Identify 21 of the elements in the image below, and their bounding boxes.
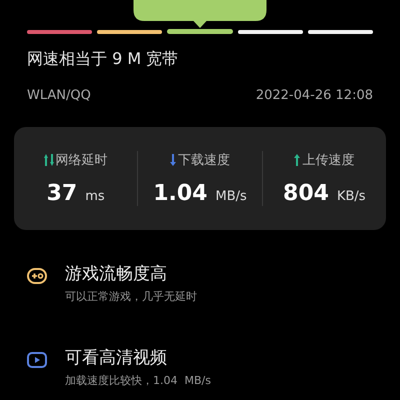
stat-label: 上传速度 <box>302 152 354 169</box>
feature-description: 加载速度比较快，1.04 MB/s <box>65 373 211 388</box>
stat-value: 804 <box>283 181 329 206</box>
down-arrow-icon <box>170 154 176 166</box>
stat-unit: MB/s <box>215 189 247 204</box>
stat-label: 网络延时 <box>56 152 108 169</box>
network-name: WLAN/QQ <box>27 88 91 103</box>
stat-unit: ms <box>85 189 105 204</box>
stat-value: 37 <box>46 181 78 206</box>
stat-label: 下载速度 <box>178 152 230 169</box>
play-icon <box>27 352 47 368</box>
stat-unit: KB/s <box>336 189 366 204</box>
up-down-arrows-icon <box>44 154 54 166</box>
gamepad-icon <box>27 268 47 284</box>
speed-summary: 网速相当于 9 M 宽带 <box>27 49 180 70</box>
timestamp: 2022-04-26 12:08 <box>256 88 373 103</box>
feature-title: 可看高清视频 <box>65 347 168 369</box>
up-arrow-icon <box>294 154 300 166</box>
stat-value: 1.04 <box>153 181 208 206</box>
feature-title: 游戏流畅度高 <box>65 263 168 285</box>
feature-description: 可以正常游戏，几乎无延时 <box>65 289 197 304</box>
